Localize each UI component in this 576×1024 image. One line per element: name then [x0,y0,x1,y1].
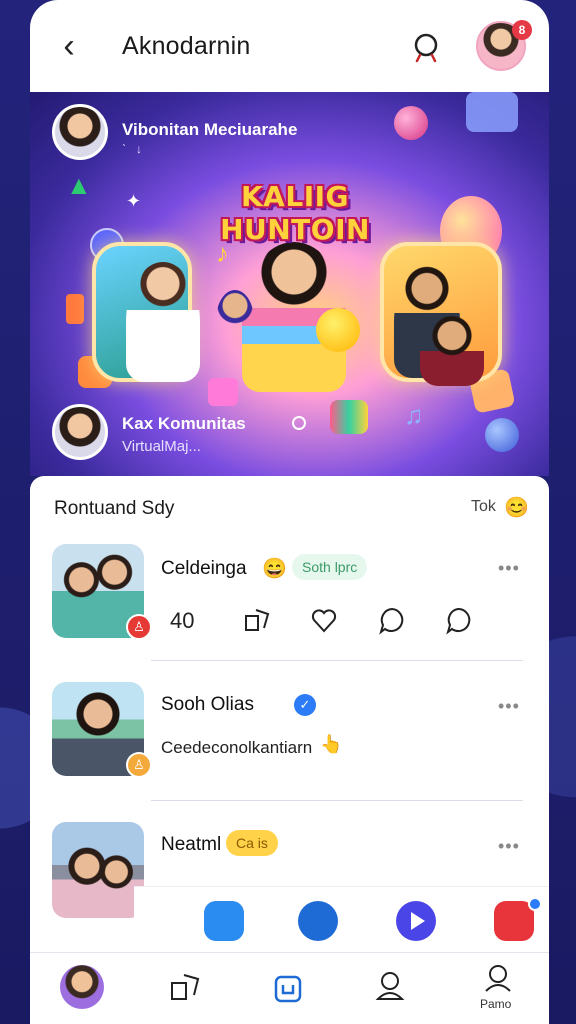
post-thumbnail[interactable] [52,822,144,918]
banner-title: KALIIG HUNTOIN [220,180,370,246]
post-author-name[interactable]: Sooh Olias [161,694,254,716]
post-author-name[interactable]: Celdeinga [161,558,247,580]
verified-icon: ✓ [294,694,316,716]
verified-icon [292,416,306,430]
post-author-name[interactable]: Neatml [161,834,221,856]
phone-decoration [66,294,84,324]
orb-decoration [485,418,519,452]
page-title: Aknodarnin [122,32,251,60]
hero-top-avatar[interactable] [52,104,108,160]
hero-banner[interactable]: ▲ ♪ ♫ ✦ KALIIG HUNTOIN Vibonitan Meciuar… [30,92,549,476]
hero-top-user-ticks: ˋ ↓ [122,142,142,156]
post-chip[interactable]: Soth lprc [292,554,368,580]
upload-icon[interactable] [268,967,308,1007]
app-dock [134,886,549,952]
balloon-decoration [394,106,428,140]
post-badge: ♙ [126,752,152,778]
person-figure [420,316,484,386]
cube-decoration [330,400,368,434]
more-options-button[interactable]: ••• [498,836,520,857]
back-button[interactable]: ‹ [54,28,84,64]
post-emoji: 😄 [262,558,287,580]
feed-action-label[interactable]: Tok [471,498,496,516]
stats-app-icon[interactable] [298,901,338,941]
dock-badge [528,897,542,911]
feed-header: Rontuand Sdy [54,498,175,519]
comment-icon[interactable] [376,604,408,636]
notification-badge: 8 [512,20,532,40]
person-icon[interactable] [478,961,518,1001]
hero-top-user-name[interactable]: Vibonitan Meciuarahe [122,120,297,140]
profile-avatar-nav[interactable] [60,965,104,1009]
share-icon[interactable] [442,604,474,636]
keyboard-decoration [466,92,518,132]
divider [151,660,523,661]
post-chip[interactable]: Ca is [226,830,278,856]
nav-label: Pamo [480,997,512,1011]
smiley-emoji [316,308,360,352]
top-bar: ‹ Aknodarnin 8 [30,0,549,92]
bell-user-icon[interactable] [370,967,410,1007]
post-badge: ♙ [126,614,152,640]
music-note-decoration: ♫ [404,400,424,430]
shapes-icon[interactable] [242,604,274,636]
more-options-button[interactable]: ••• [498,558,520,579]
post-text: Ceedeconolkantiarn [161,738,313,757]
divider [151,800,523,801]
hero-bottom-user-name[interactable]: Kax Komunitas [122,414,246,434]
post-text-emoji: 👆 [320,734,343,754]
play-triangle-icon [411,912,425,930]
cube-decoration [208,378,238,406]
feed-panel: Rontuand Sdy Tok 😊 ♙ Celdeinga 😄 Soth lp… [30,476,549,952]
hero-bottom-avatar[interactable] [52,404,108,460]
heart-icon[interactable] [308,604,340,636]
person-figure [126,262,200,382]
bottom-navigation: Pamo [30,952,549,1024]
post-stat-count: 40 [170,608,195,633]
search-icon[interactable] [410,30,444,64]
chat-app-icon[interactable] [204,901,244,941]
banner-title-wrap: KALIIG HUNTOIN [170,180,420,246]
more-options-button[interactable]: ••• [498,696,520,717]
hat-decoration: ▲ [66,170,92,200]
emoji-icon[interactable]: 😊 [504,495,529,520]
shapes-icon[interactable] [166,967,206,1007]
hero-bottom-user-sub: VirtualMaj... [122,438,201,455]
person-figure [216,290,254,350]
sparkle-decoration: ✦ [126,191,142,211]
phone-frame: ‹ Aknodarnin 8 ▲ ♪ ♫ ✦ KALIIG HUNTOIN Vi… [30,0,549,1024]
